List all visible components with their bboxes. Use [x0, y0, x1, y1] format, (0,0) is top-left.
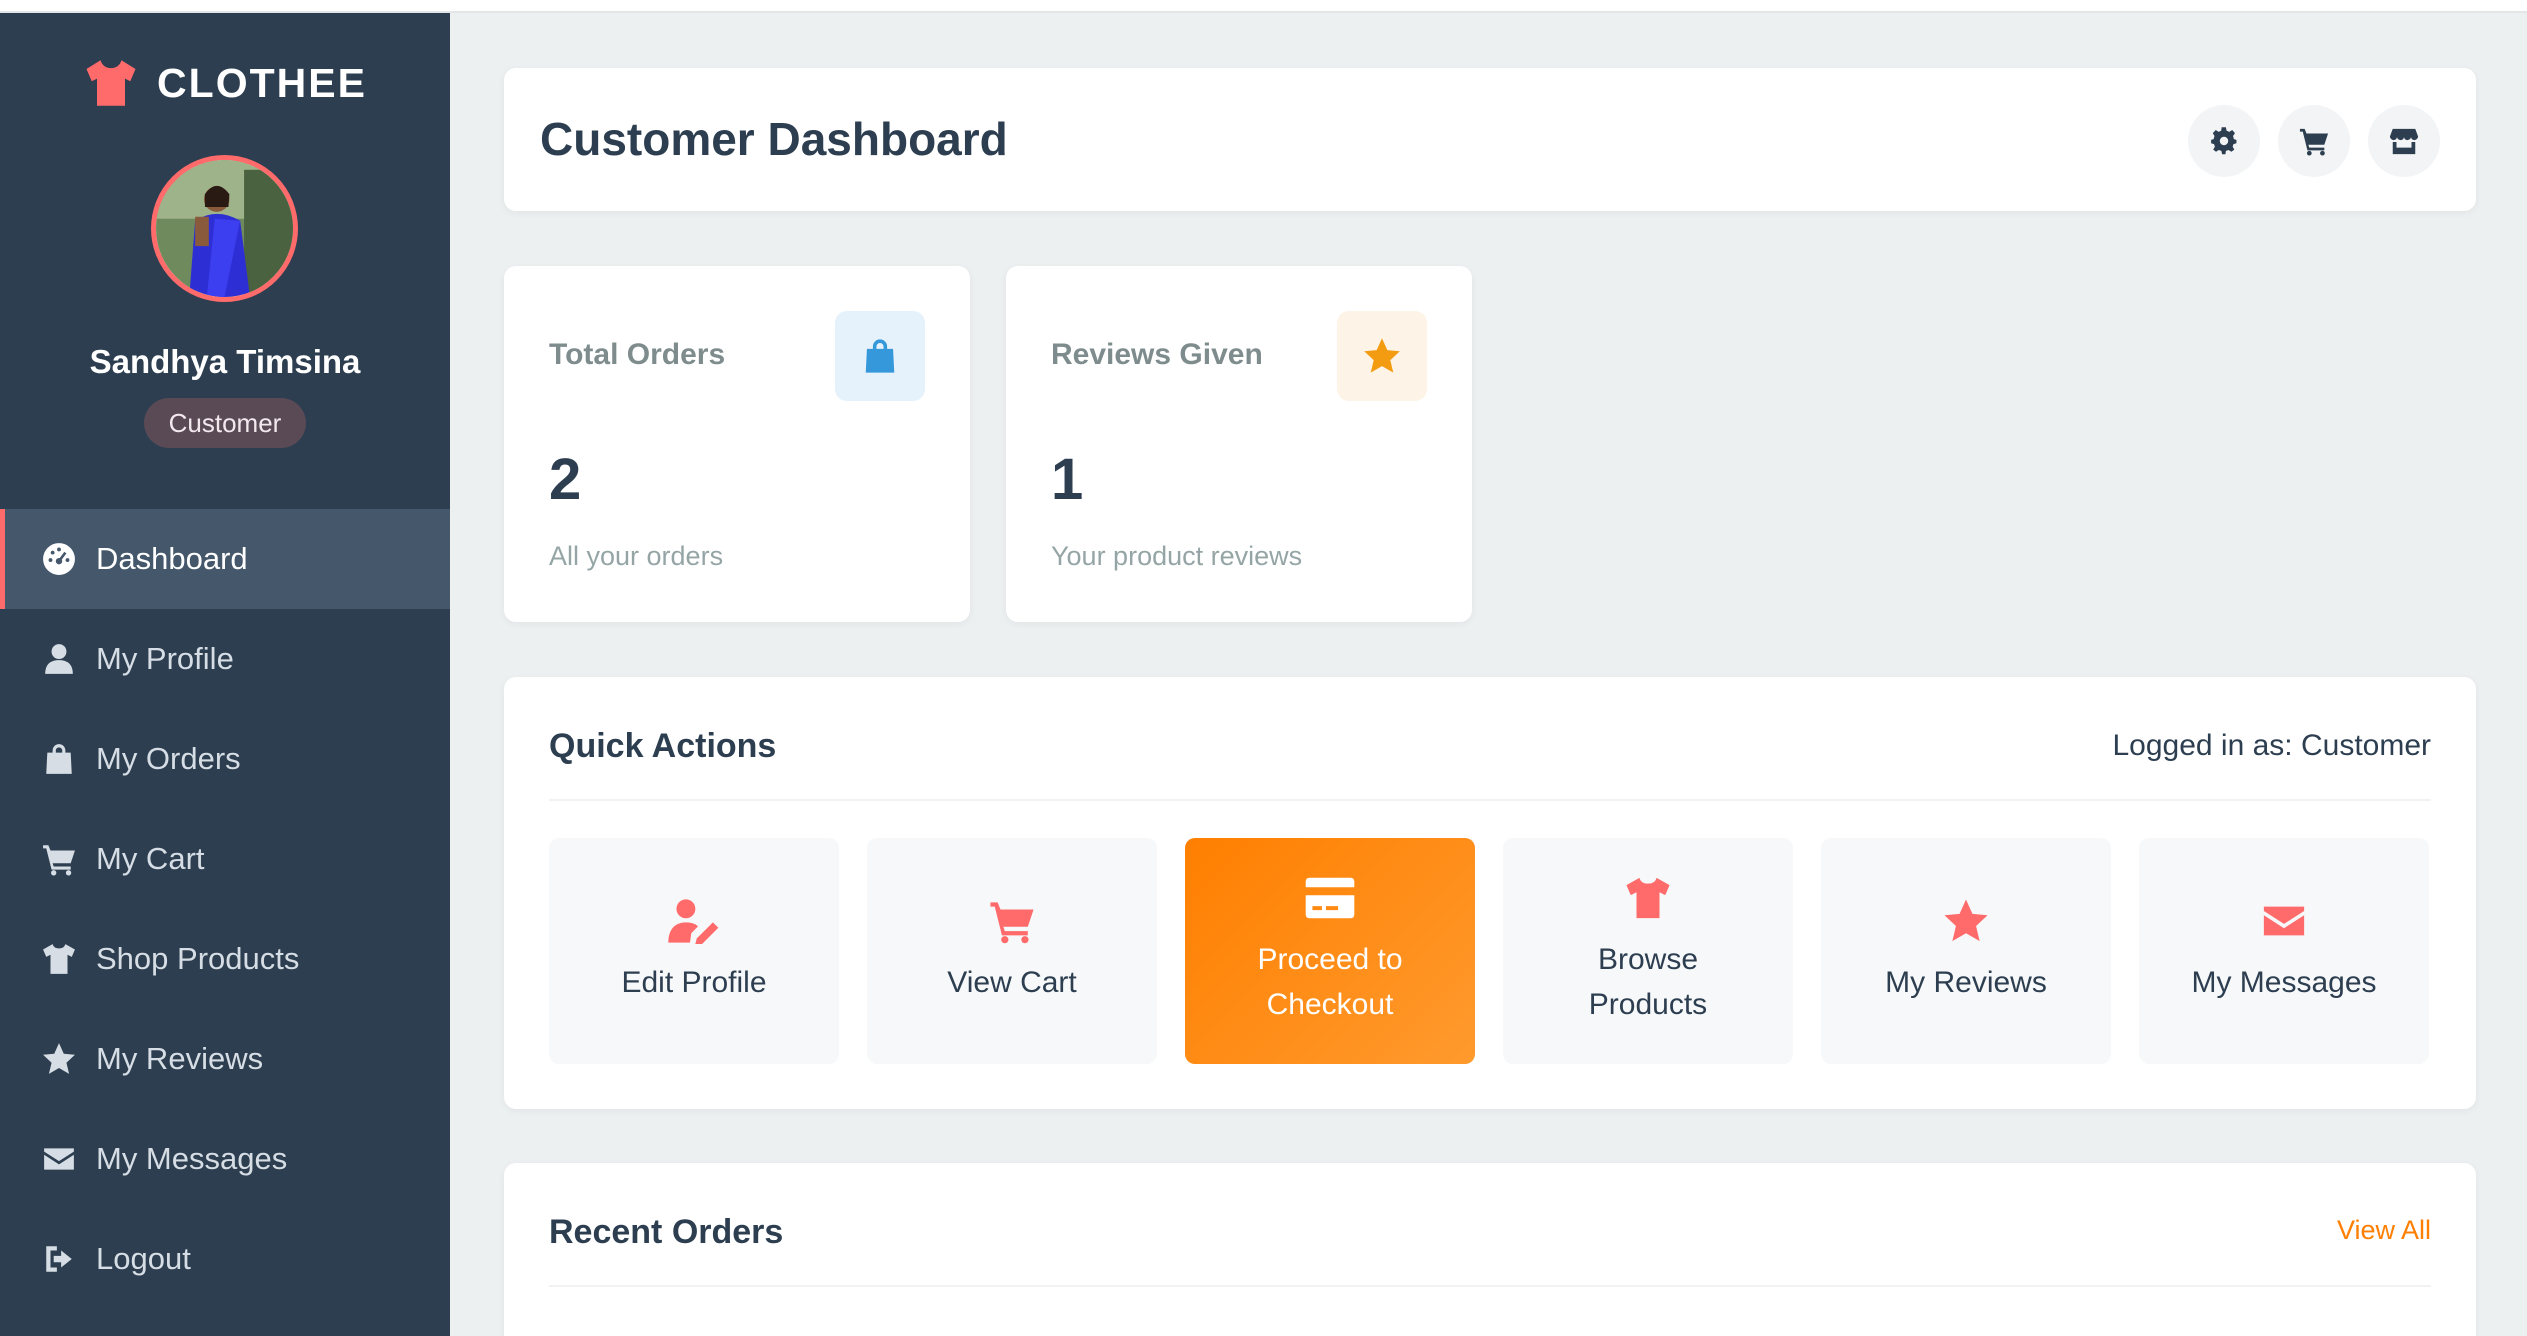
stat-icon-box [1337, 311, 1427, 401]
settings-button[interactable] [2188, 105, 2260, 177]
sidebar-nav: Dashboard My Profile My Orders My Cart S… [0, 509, 450, 1309]
tshirt-icon [86, 60, 136, 106]
store-button[interactable] [2368, 105, 2440, 177]
action-label: Browse Products [1588, 943, 1708, 1021]
sidebar-item-label: My Messages [96, 1141, 288, 1176]
logged-in-status: Logged in as: Customer [2112, 729, 2431, 762]
avatar[interactable] [151, 155, 298, 302]
header-card: Customer Dashboard [504, 68, 2476, 211]
action-label: My Messages [2191, 965, 2377, 999]
my-messages-button[interactable]: My Messages [2139, 838, 2429, 1064]
sidebar-item-label: My Cart [96, 841, 205, 876]
divider [549, 799, 2431, 801]
stat-icon-box [835, 311, 925, 401]
brand-logo[interactable]: CLOTHEE [0, 58, 450, 108]
stat-label: Total Orders [549, 338, 726, 371]
store-icon [2389, 128, 2419, 155]
user-name: Sandhya Timsina [89, 343, 361, 380]
gear-icon [2211, 127, 2237, 155]
sidebar-item-my-reviews[interactable]: My Reviews [0, 1009, 450, 1109]
bag-icon [865, 339, 895, 373]
stat-card-total-orders: Total Orders 2 All your orders [504, 266, 970, 622]
action-label: Proceed to Checkout [1257, 943, 1403, 1021]
sidebar-item-dashboard[interactable]: Dashboard [0, 509, 450, 609]
sidebar-item-label: Shop Products [96, 941, 300, 976]
sidebar: CLOTHEE Sandhya Timsina Customer Dashboa… [0, 13, 450, 1336]
sidebar-item-label: Logout [96, 1241, 191, 1276]
cart-icon [990, 901, 1034, 943]
cart-icon [40, 840, 78, 878]
credit-card-icon [1305, 877, 1355, 919]
action-label: View Cart [947, 965, 1077, 999]
sidebar-item-label: My Reviews [96, 1041, 264, 1076]
sidebar-item-shop-products[interactable]: Shop Products [0, 909, 450, 1009]
user-edit-icon [668, 898, 719, 944]
star-icon [1944, 898, 1988, 941]
stat-label: Reviews Given [1051, 338, 1263, 371]
browser-top-edge [0, 0, 2527, 13]
sidebar-item-my-orders[interactable]: My Orders [0, 709, 450, 809]
sidebar-item-label: Dashboard [96, 541, 248, 576]
sidebar-item-my-cart[interactable]: My Cart [0, 809, 450, 909]
page-title: Customer Dashboard [540, 113, 1008, 165]
cart-icon [2299, 128, 2329, 156]
star-icon [1364, 338, 1400, 373]
tshirt-icon [40, 940, 78, 978]
envelope-icon [2263, 906, 2305, 935]
my-reviews-button[interactable]: My Reviews [1821, 838, 2111, 1064]
proceed-to-checkout-button[interactable]: Proceed to Checkout [1185, 838, 1475, 1064]
stat-value: 1 [1051, 447, 1084, 512]
cart-button[interactable] [2278, 105, 2350, 177]
sidebar-item-my-messages[interactable]: My Messages [0, 1109, 450, 1209]
section-title: Quick Actions [549, 727, 777, 765]
bag-icon [40, 740, 78, 778]
divider [549, 1285, 2431, 1287]
recent-orders-card: Recent Orders View All [504, 1163, 2476, 1336]
tshirt-icon [1626, 877, 1670, 919]
action-label: My Reviews [1885, 965, 2047, 999]
view-cart-button[interactable]: View Cart [867, 838, 1157, 1064]
stat-subtitle: All your orders [549, 541, 724, 571]
browse-products-button[interactable]: Browse Products [1503, 838, 1793, 1064]
user-icon [40, 640, 78, 678]
action-label: Edit Profile [621, 965, 767, 999]
quick-actions-card: Quick Actions Logged in as: Customer Edi… [504, 677, 2476, 1109]
stat-subtitle: Your product reviews [1051, 541, 1303, 571]
sidebar-item-label: My Profile [96, 641, 234, 676]
role-badge: Customer [144, 398, 306, 448]
sidebar-item-logout[interactable]: Logout [0, 1209, 450, 1309]
edit-profile-button[interactable]: Edit Profile [549, 838, 839, 1064]
brand-name: CLOTHEE [157, 59, 367, 106]
stat-card-reviews-given: Reviews Given 1 Your product reviews [1006, 266, 1472, 622]
avatar-photo [156, 160, 293, 297]
view-all-link[interactable]: View All [2337, 1215, 2431, 1246]
sidebar-item-label: My Orders [96, 741, 241, 776]
envelope-icon [40, 1140, 78, 1178]
stat-value: 2 [549, 447, 582, 512]
section-title: Recent Orders [549, 1213, 784, 1251]
gauge-icon [40, 540, 78, 578]
star-icon [40, 1040, 78, 1078]
sidebar-item-my-profile[interactable]: My Profile [0, 609, 450, 709]
logout-icon [40, 1240, 78, 1278]
